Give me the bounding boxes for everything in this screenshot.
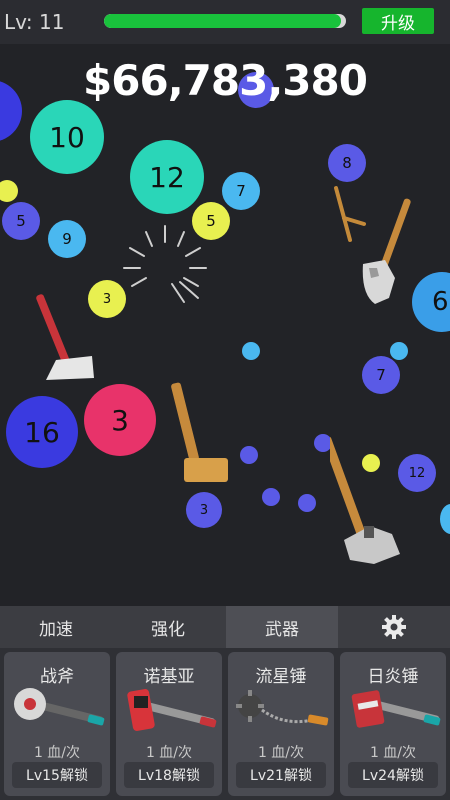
top-bar: Lv: 11 升级 [0, 0, 450, 44]
xp-progress-fill [104, 14, 342, 28]
orb[interactable]: 10 [30, 100, 104, 174]
tab-strengthen[interactable]: 强化 [112, 606, 224, 648]
weapon-damage: 1 血/次 [33, 745, 81, 761]
orb-label: 8 [342, 154, 352, 172]
unlock-button[interactable]: Lv18解锁 [124, 762, 214, 788]
orb[interactable]: 6 [412, 272, 450, 332]
sun-hammer-icon [351, 690, 441, 728]
small-orb[interactable] [440, 504, 450, 534]
gear-icon [382, 615, 406, 639]
orb-label: 10 [49, 120, 85, 154]
weapon-damage: 1 血/次 [145, 745, 193, 761]
level-value: 11 [38, 10, 65, 34]
weapon-name: 战斧 [40, 667, 74, 687]
orb-label: 6 [432, 287, 449, 317]
weapon-damage: 1 血/次 [257, 745, 305, 761]
unlock-button[interactable]: Lv24解锁 [348, 762, 438, 788]
weapon-damage: 1 血/次 [369, 745, 417, 761]
tab-label: 加速 [39, 619, 73, 640]
double-axe-weapon [330, 436, 400, 564]
orb-label: 9 [62, 230, 72, 248]
hit-burst-effect [123, 225, 207, 303]
money-counter: $66,783,380 [83, 56, 368, 105]
weapon-name: 流星锤 [255, 667, 307, 687]
level-label: Lv: [4, 10, 33, 34]
weapon-card-nokia[interactable]: 诺基亚 1 血/次 Lv18解锁 [116, 652, 222, 796]
xp-progress-bar [104, 14, 346, 28]
weapon-card-meteor-hammer[interactable]: 流星锤 1 血/次 Lv21解锁 [228, 652, 334, 796]
tab-bar: 加速 强化 武器 [0, 606, 450, 648]
tab-weapons[interactable]: 武器 [226, 606, 338, 648]
orb[interactable]: 9 [48, 220, 86, 258]
orb[interactable]: 7 [222, 172, 260, 210]
orb[interactable]: 7 [362, 356, 400, 394]
orb-label: 3 [111, 403, 129, 437]
small-orb[interactable] [240, 446, 258, 464]
level-display: Lv: 11 [4, 10, 64, 34]
hammer-weapon [171, 382, 228, 482]
weapon-card-list: 战斧 1 血/次 Lv15解锁 诺基亚 1 血/次 Lv18解锁 流星锤 1 血… [0, 648, 450, 800]
weapon-name: 日炎锤 [367, 667, 419, 687]
tab-speed[interactable]: 加速 [0, 606, 112, 648]
orb-label: 12 [149, 160, 185, 194]
orb[interactable]: 12 [130, 140, 204, 214]
orb[interactable]: 8 [328, 144, 366, 182]
small-orb[interactable] [262, 488, 280, 506]
orb-label: 3 [199, 502, 209, 518]
edge-orb [0, 180, 18, 202]
weapon-card-battle-axe[interactable]: 战斧 1 血/次 Lv15解锁 [4, 652, 110, 796]
orb-label: 7 [376, 366, 386, 384]
red-axe-weapon [36, 294, 94, 380]
unlock-button[interactable]: Lv15解锁 [12, 762, 102, 788]
orb-label: 16 [24, 415, 60, 449]
small-orb[interactable] [242, 342, 260, 360]
axe-weapon [362, 198, 411, 304]
orb[interactable]: 5 [2, 202, 40, 240]
weapon-card-sun-hammer[interactable]: 日炎锤 1 血/次 Lv24解锁 [340, 652, 446, 796]
nokia-phone-icon [127, 689, 217, 731]
small-orb[interactable] [298, 494, 316, 512]
meteor-hammer-icon [236, 690, 329, 726]
unlock-button[interactable]: Lv21解锁 [236, 762, 326, 788]
orb-label: 7 [236, 182, 246, 200]
tab-label: 武器 [265, 619, 299, 640]
upgrade-button[interactable]: 升级 [362, 8, 434, 34]
orb[interactable]: 16 [6, 396, 78, 468]
orb[interactable]: 3 [84, 384, 156, 456]
small-orb[interactable] [390, 342, 408, 360]
tab-settings[interactable] [338, 606, 450, 648]
game-field[interactable]: $66,783,380 10 12 8 7 5 9 5 3 6 7 16 3 1… [0, 44, 450, 606]
orb-label: 12 [408, 465, 426, 481]
tab-label: 强化 [151, 619, 185, 640]
battle-axe-icon [14, 688, 105, 726]
weapon-name: 诺基亚 [143, 667, 195, 687]
orb-label: 5 [16, 212, 26, 230]
